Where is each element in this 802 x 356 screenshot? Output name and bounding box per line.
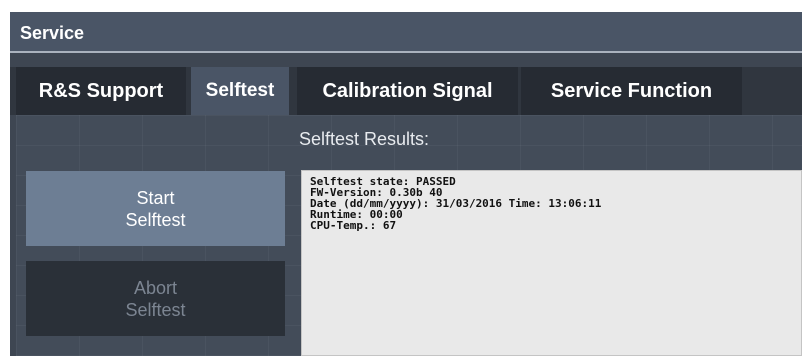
abort-button-line2: Selftest — [125, 299, 186, 320]
title-bar: Service — [10, 12, 802, 53]
results-line: CPU-Temp.: 67 — [310, 219, 397, 232]
service-dialog: Service R&S Support Selftest Calibration… — [10, 12, 802, 356]
start-button-line1: Start — [136, 187, 175, 208]
tab-selftest[interactable]: Selftest — [191, 67, 289, 115]
abort-selftest-button[interactable]: Abort Selftest — [26, 261, 285, 336]
selftest-panel: Selftest Results: Start Selftest Abort S… — [16, 115, 802, 356]
start-selftest-button[interactable]: Start Selftest — [26, 171, 285, 246]
tab-service-function[interactable]: Service Function — [521, 67, 742, 115]
abort-button-line1: Abort — [133, 277, 178, 298]
start-button-line2: Selftest — [125, 209, 186, 230]
selftest-results-label: Selftest Results: — [299, 129, 430, 149]
tab-calibration-signal[interactable]: Calibration Signal — [297, 67, 518, 115]
tab-bar: R&S Support Selftest Calibration Signal … — [10, 67, 802, 115]
dialog-title: Service — [20, 23, 85, 43]
tab-rs-support[interactable]: R&S Support — [16, 67, 186, 115]
selftest-results-output: Selftest state: PASSED FW-Version: 0.30b… — [301, 170, 802, 356]
